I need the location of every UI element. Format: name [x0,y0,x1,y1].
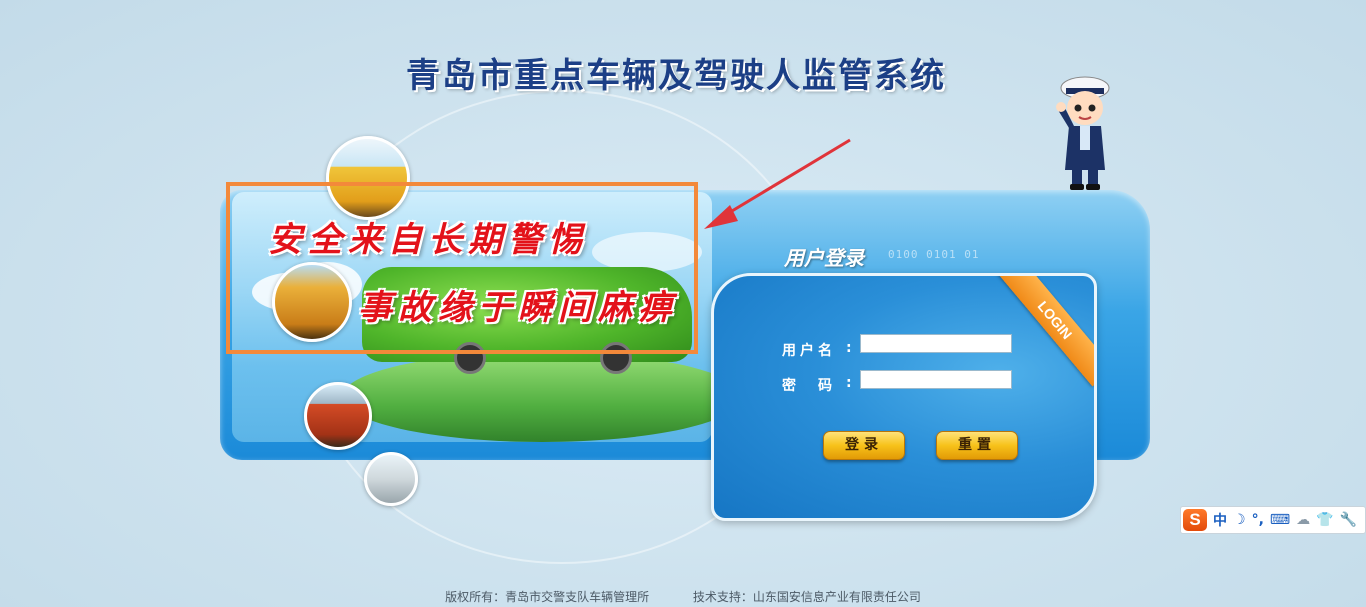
wrench-icon[interactable]: 🔧 [1340,512,1357,528]
password-input[interactable] [860,370,1012,389]
police-mascot-icon [1056,76,1110,190]
sogou-logo-icon[interactable]: S [1183,509,1207,531]
keyboard-icon[interactable]: ⌨ [1270,512,1290,528]
password-colon: : [846,375,852,391]
voice-icon[interactable]: ☁ [1296,512,1310,528]
binary-decoration: 0100 0101 01 [888,248,980,261]
skin-shirt-icon[interactable]: 👕 [1316,512,1333,528]
login-panel: LOGIN [711,273,1097,521]
ime-toolbar: S 中 ☽ °, ⌨ ☁ 👕 🔧 [1180,506,1366,534]
reset-button[interactable]: 重置 [936,431,1018,460]
ime-mode-toggle[interactable]: 中 [1213,510,1227,530]
red-arrow-icon [704,138,851,229]
grass-field [342,352,712,442]
moon-icon[interactable]: ☽ [1233,512,1246,528]
login-button[interactable]: 登录 [823,431,905,460]
page-title: 青岛市重点车辆及驾驶人监管系统 [406,56,946,96]
footer: 版权所有：青岛市交警支队车辆管理所 技术支持：山东国安信息产业有限责任公司 [0,588,1366,605]
username-colon: : [846,340,852,356]
truck-photo [304,382,372,450]
footer-support: 技术支持：山东国安信息产业有限责任公司 [692,590,921,604]
footer-copyright: 版权所有：青岛市交警支队车辆管理所 [445,590,650,604]
password-label: 密 码 [782,378,836,394]
login-page: 青岛市重点车辆及驾驶人监管系统 安全来自长期警惕 事故缘于瞬间麻痹 用户登录 0… [0,0,1366,607]
login-heading: 用户登录 [784,246,864,270]
highlight-box [226,182,698,354]
username-label: 用户名 [782,343,836,359]
tanker-photo [364,452,418,506]
username-input[interactable] [860,334,1012,353]
punctuation-icon[interactable]: °, [1252,512,1264,528]
